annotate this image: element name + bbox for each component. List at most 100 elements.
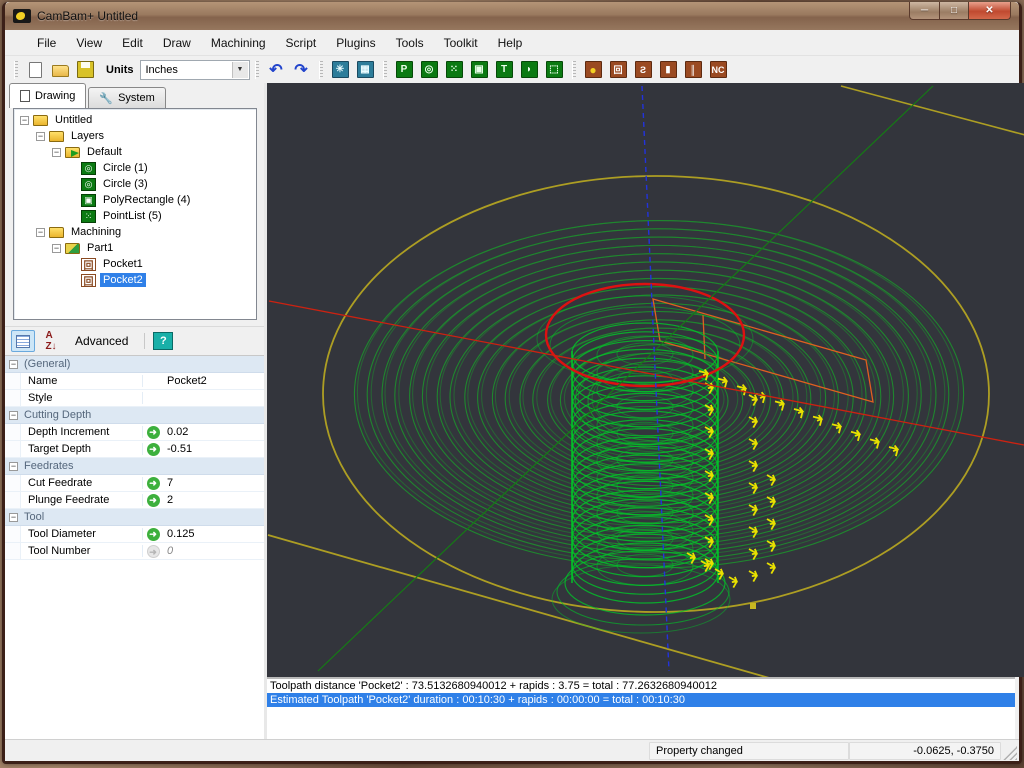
property-row-style[interactable]: Style bbox=[5, 390, 264, 407]
open-file-button[interactable] bbox=[49, 59, 72, 81]
property-name: Name bbox=[21, 375, 143, 387]
property-value[interactable]: 0 bbox=[163, 545, 264, 557]
mop-engrave-button[interactable]: Ƨ bbox=[632, 59, 655, 81]
property-value[interactable]: 7 bbox=[163, 477, 264, 489]
mop-lathe-button[interactable]: ║ bbox=[682, 59, 705, 81]
tree-item-pocket1[interactable]: 回Pocket1 bbox=[14, 256, 256, 272]
property-row-name[interactable]: Name Pocket2 bbox=[5, 373, 264, 390]
main-toolbar: UnitsInches▼↶↷✳▦P◎⁙▣T◗⬚●回Ƨ▮║NC bbox=[5, 56, 1019, 83]
tree-item-untitled[interactable]: −Untitled bbox=[14, 112, 256, 128]
menu-view[interactable]: View bbox=[66, 32, 112, 54]
tree-expander[interactable]: − bbox=[52, 148, 61, 157]
property-category[interactable]: −Feedrates bbox=[5, 458, 264, 475]
row-gutter bbox=[5, 441, 21, 457]
tree-item-pocket2[interactable]: 回Pocket2 bbox=[14, 272, 256, 288]
property-category[interactable]: −Cutting Depth bbox=[5, 407, 264, 424]
menu-toolkit[interactable]: Toolkit bbox=[434, 32, 488, 54]
link-arrow-icon[interactable]: ➜ bbox=[147, 494, 160, 507]
categorized-view-button[interactable] bbox=[11, 330, 35, 352]
property-value[interactable]: 0.125 bbox=[163, 528, 264, 540]
tab-drawing[interactable]: Drawing bbox=[9, 83, 86, 108]
menu-plugins[interactable]: Plugins bbox=[326, 32, 385, 54]
menu-help[interactable]: Help bbox=[488, 32, 533, 54]
units-combobox[interactable]: Inches▼ bbox=[140, 60, 250, 80]
link-arrow-icon[interactable]: ➜ bbox=[147, 426, 160, 439]
draw-3dshape-button[interactable]: ⬚ bbox=[543, 59, 566, 81]
viewport-3d[interactable] bbox=[267, 83, 1015, 677]
menu-draw[interactable]: Draw bbox=[153, 32, 201, 54]
mop-engrave-icon: Ƨ bbox=[635, 61, 652, 78]
menu-script[interactable]: Script bbox=[276, 32, 327, 54]
menu-file[interactable]: File bbox=[27, 32, 66, 54]
property-value[interactable]: 0.02 bbox=[163, 426, 264, 438]
link-arrow-icon[interactable]: ➜ bbox=[147, 443, 160, 456]
tree-item-default[interactable]: −Default bbox=[14, 144, 256, 160]
mop-lathe-icon: ║ bbox=[685, 61, 702, 78]
help-button[interactable]: ? bbox=[153, 332, 173, 350]
minimize-button[interactable]: ─ bbox=[909, 2, 939, 20]
message-row[interactable]: Estimated Toolpath 'Pocket2' duration : … bbox=[267, 693, 1015, 707]
draw-text-button[interactable]: T bbox=[493, 59, 516, 81]
link-arrow-icon[interactable]: ➜ bbox=[147, 528, 160, 541]
tree-item-circle-3-[interactable]: ◎Circle (3) bbox=[14, 176, 256, 192]
draw-polyline-button[interactable]: P bbox=[393, 59, 416, 81]
category-expander[interactable]: − bbox=[9, 360, 18, 369]
mop-pocket-button[interactable]: 回 bbox=[607, 59, 630, 81]
property-value[interactable]: -0.51 bbox=[163, 443, 264, 455]
new-file-button[interactable] bbox=[24, 59, 47, 81]
tree-item-pointlist-5-[interactable]: ⁙PointList (5) bbox=[14, 208, 256, 224]
tab-system[interactable]: 🔧System bbox=[88, 87, 165, 108]
property-value[interactable]: Pocket2 bbox=[163, 375, 264, 387]
snap-points-button[interactable]: ✳ bbox=[329, 59, 352, 81]
property-category[interactable]: −Tool bbox=[5, 509, 264, 526]
property-category[interactable]: −(General) bbox=[5, 356, 264, 373]
draw-circle-button[interactable]: ◎ bbox=[418, 59, 441, 81]
close-button[interactable]: ✕ bbox=[969, 2, 1011, 20]
draw-rectangle-button[interactable]: ▣ bbox=[468, 59, 491, 81]
tree-item-machining[interactable]: −Machining bbox=[14, 224, 256, 240]
new-file-icon bbox=[29, 62, 42, 78]
property-row-tool-number[interactable]: Tool Number➜0 bbox=[5, 543, 264, 560]
az-sort-icon: AZ↓ bbox=[45, 330, 56, 352]
menu-tools[interactable]: Tools bbox=[386, 32, 434, 54]
tree-item-polyrectangle-4-[interactable]: ▣PolyRectangle (4) bbox=[14, 192, 256, 208]
property-toolbar: AZ↓ Advanced ? bbox=[5, 326, 264, 355]
tree-expander[interactable]: − bbox=[36, 132, 45, 141]
property-row-plunge-feedrate[interactable]: Plunge Feedrate➜2 bbox=[5, 492, 264, 509]
draw-pointlist-button[interactable]: ⁙ bbox=[443, 59, 466, 81]
maximize-button[interactable]: □ bbox=[939, 2, 969, 20]
status-left bbox=[8, 742, 649, 760]
property-row-cut-feedrate[interactable]: Cut Feedrate➜7 bbox=[5, 475, 264, 492]
draw-surface-button[interactable]: ◗ bbox=[518, 59, 541, 81]
mop-drill-button[interactable]: ▮ bbox=[657, 59, 680, 81]
title-bar[interactable]: CamBam+ Untitled ─ □ ✕ bbox=[5, 2, 1019, 30]
property-value[interactable]: 2 bbox=[163, 494, 264, 506]
tree-item-layers[interactable]: −Layers bbox=[14, 128, 256, 144]
category-expander[interactable]: − bbox=[9, 462, 18, 471]
advanced-button[interactable]: Advanced bbox=[67, 334, 136, 348]
property-row-tool-diameter[interactable]: Tool Diameter ➜0.125 bbox=[5, 526, 264, 543]
snap-grid-button[interactable]: ▦ bbox=[354, 59, 377, 81]
tree-expander[interactable]: − bbox=[20, 116, 29, 125]
link-arrow-icon[interactable]: ➜ bbox=[147, 477, 160, 490]
menu-machining[interactable]: Machining bbox=[201, 32, 276, 54]
row-gutter bbox=[5, 424, 21, 440]
save-file-button[interactable] bbox=[74, 59, 97, 81]
property-name: Tool Diameter bbox=[21, 528, 143, 540]
resize-grip[interactable] bbox=[1003, 746, 1017, 760]
mop-gcode-button[interactable]: NC bbox=[707, 59, 730, 81]
category-expander[interactable]: − bbox=[9, 513, 18, 522]
category-expander[interactable]: − bbox=[9, 411, 18, 420]
tree-item-circle-1-[interactable]: ◎Circle (1) bbox=[14, 160, 256, 176]
alphabetical-sort-button[interactable]: AZ↓ bbox=[39, 330, 63, 352]
tree-item-part1[interactable]: −Part1 bbox=[14, 240, 256, 256]
tree-expander[interactable]: − bbox=[52, 244, 61, 253]
tree-expander[interactable]: − bbox=[36, 228, 45, 237]
undo-button[interactable]: ↶ bbox=[265, 59, 288, 81]
message-row[interactable]: Toolpath distance 'Pocket2' : 73.5132680… bbox=[267, 679, 1015, 693]
property-row-depth-increment[interactable]: Depth Increment➜0.02 bbox=[5, 424, 264, 441]
property-row-target-depth[interactable]: Target Depth➜-0.51 bbox=[5, 441, 264, 458]
redo-button[interactable]: ↷ bbox=[290, 59, 313, 81]
mop-profile-button[interactable]: ● bbox=[582, 59, 605, 81]
menu-edit[interactable]: Edit bbox=[112, 32, 153, 54]
